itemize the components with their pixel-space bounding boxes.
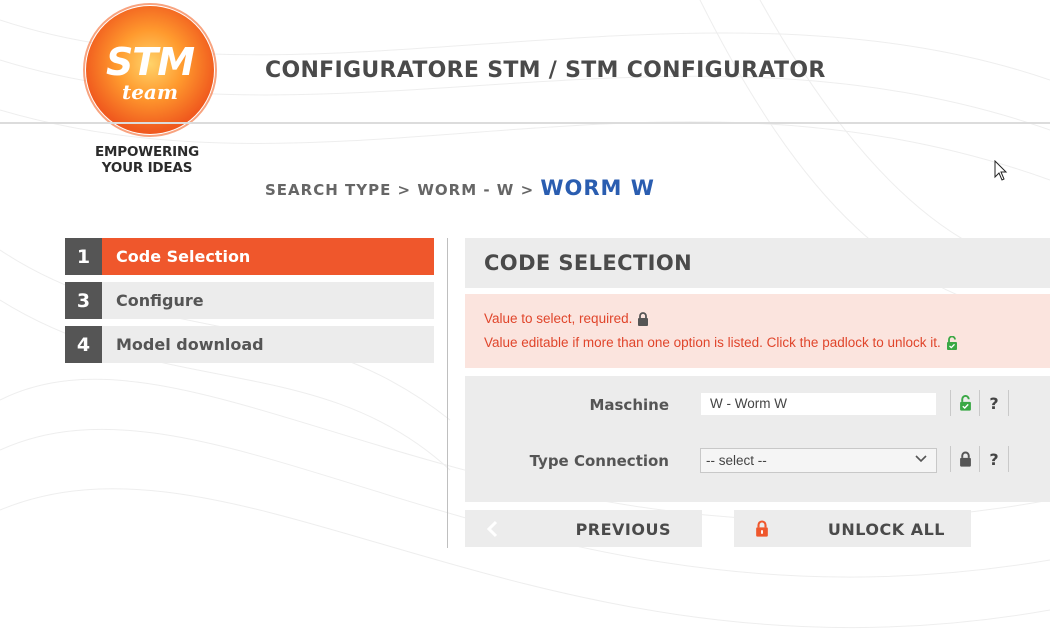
logo-text-stm: STM	[105, 40, 195, 84]
configuration-form: Maschine W - Worm W ? Type Connection --…	[465, 376, 1050, 502]
type-connection-help-icon[interactable]: ?	[980, 446, 1008, 472]
notice-line-required: Value to select, required.	[484, 311, 649, 326]
unlock-all-button[interactable]: UNLOCK ALL	[734, 510, 971, 547]
logo-badge: STM team	[83, 3, 217, 137]
notice-text-required: Value to select, required.	[484, 311, 633, 326]
step-number: 3	[65, 282, 102, 319]
previous-button[interactable]: PREVIOUS	[465, 510, 702, 547]
info-notice: Value to select, required. Value editabl…	[465, 294, 1050, 368]
type-connection-label: Type Connection	[529, 452, 669, 470]
maschine-help-icon[interactable]: ?	[980, 390, 1008, 416]
field-row-maschine: Maschine W - Worm W ?	[465, 390, 1050, 418]
padlock-unlocked-icon	[946, 335, 957, 350]
notice-line-editable: Value editable if more than one option i…	[484, 335, 958, 350]
app-title: CONFIGURATORE STM / STM CONFIGURATOR	[265, 58, 826, 83]
padlock-locked-icon	[638, 311, 649, 326]
logo-tagline-line-2: YOUR IDEAS	[101, 160, 193, 176]
padlock-icon	[756, 520, 768, 537]
panel-title: CODE SELECTION	[484, 251, 693, 275]
logo-tagline-line-1: EMPOWERING	[95, 144, 199, 160]
step-number: 4	[65, 326, 102, 363]
breadcrumb-separator: >	[514, 181, 541, 199]
breadcrumb-separator: >	[391, 181, 418, 199]
chevron-down-icon	[915, 455, 927, 463]
step-label: Configure	[116, 291, 204, 310]
maschine-label: Maschine	[589, 396, 669, 414]
breadcrumb-current: WORM W	[540, 176, 655, 200]
column-divider	[447, 238, 448, 548]
logo-text-team: team	[121, 80, 179, 104]
notice-text-editable: Value editable if more than one option i…	[484, 335, 941, 350]
type-connection-padlock-locked-icon[interactable]	[951, 446, 979, 472]
maschine-padlock-unlocked-icon[interactable]	[951, 390, 979, 416]
field-row-type-connection: Type Connection -- select -- ?	[465, 446, 1050, 474]
step-label: Code Selection	[116, 247, 251, 266]
breadcrumb: SEARCH TYPE > WORM - W > WORM W	[265, 176, 655, 200]
panel-header: CODE SELECTION	[465, 238, 1050, 288]
step-code-selection[interactable]: 1 Code Selection	[65, 238, 434, 275]
steps-nav: 1 Code Selection 3 Configure 4 Model dow…	[65, 238, 434, 370]
maschine-tools: ?	[950, 388, 1009, 418]
chevron-left-icon	[486, 520, 498, 538]
maschine-input[interactable]: W - Worm W	[700, 392, 937, 416]
unlock-all-button-label: UNLOCK ALL	[827, 520, 945, 539]
breadcrumb-search-type[interactable]: SEARCH TYPE	[265, 181, 391, 199]
step-number: 1	[65, 238, 102, 275]
tool-separator	[1008, 446, 1009, 472]
type-connection-selected: -- select --	[706, 453, 767, 468]
previous-button-label: PREVIOUS	[575, 520, 671, 539]
step-label: Model download	[116, 335, 264, 354]
step-model-download[interactable]: 4 Model download	[65, 326, 434, 363]
type-connection-select[interactable]: -- select --	[700, 448, 937, 473]
type-connection-tools: ?	[950, 444, 1009, 474]
step-configure[interactable]: 3 Configure	[65, 282, 434, 319]
breadcrumb-worm-w[interactable]: WORM - W	[417, 181, 514, 199]
tool-separator	[1008, 390, 1009, 416]
mouse-cursor-icon	[994, 160, 1008, 181]
header-divider	[0, 122, 1050, 124]
stm-logo[interactable]: STM team EMPOWERING YOUR IDEAS	[72, 3, 222, 179]
logo-tagline: EMPOWERING YOUR IDEAS	[72, 144, 222, 176]
